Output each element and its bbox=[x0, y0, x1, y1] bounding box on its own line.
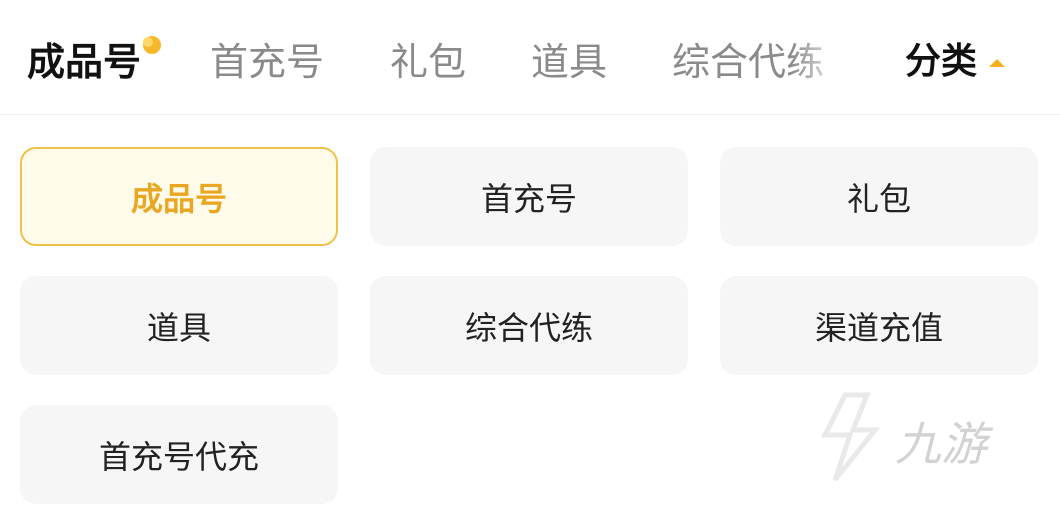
category-toggle[interactable]: 分类 bbox=[905, 36, 1006, 88]
category-toggle-label: 分类 bbox=[905, 41, 978, 82]
tab-shouchonghao[interactable]: 首充号 bbox=[210, 36, 324, 88]
watermark-text: 九游 bbox=[895, 417, 987, 471]
category-qudaochongzhi[interactable]: 渠道充值 bbox=[720, 276, 1038, 375]
caret-up-icon bbox=[989, 59, 1006, 67]
sparkle-icon bbox=[143, 36, 161, 54]
top-tab-bar: 成品号 首充号 礼包 道具 综合代练 分类 bbox=[0, 0, 1060, 115]
category-libao[interactable]: 礼包 bbox=[720, 147, 1038, 246]
tab-libao[interactable]: 礼包 bbox=[390, 36, 466, 88]
category-shouchonghaodaichong[interactable]: 首充号代充 bbox=[20, 405, 338, 504]
category-daoju[interactable]: 道具 bbox=[20, 276, 338, 375]
category-chengpinhao[interactable]: 成品号 bbox=[20, 147, 338, 246]
tab-fade-overlay bbox=[790, 36, 850, 88]
tab-daoju[interactable]: 道具 bbox=[531, 36, 607, 88]
category-zonghedailian[interactable]: 综合代练 bbox=[370, 276, 688, 375]
category-shouchonghao[interactable]: 首充号 bbox=[370, 147, 688, 246]
tab-chengpinhao[interactable]: 成品号 bbox=[27, 36, 141, 88]
